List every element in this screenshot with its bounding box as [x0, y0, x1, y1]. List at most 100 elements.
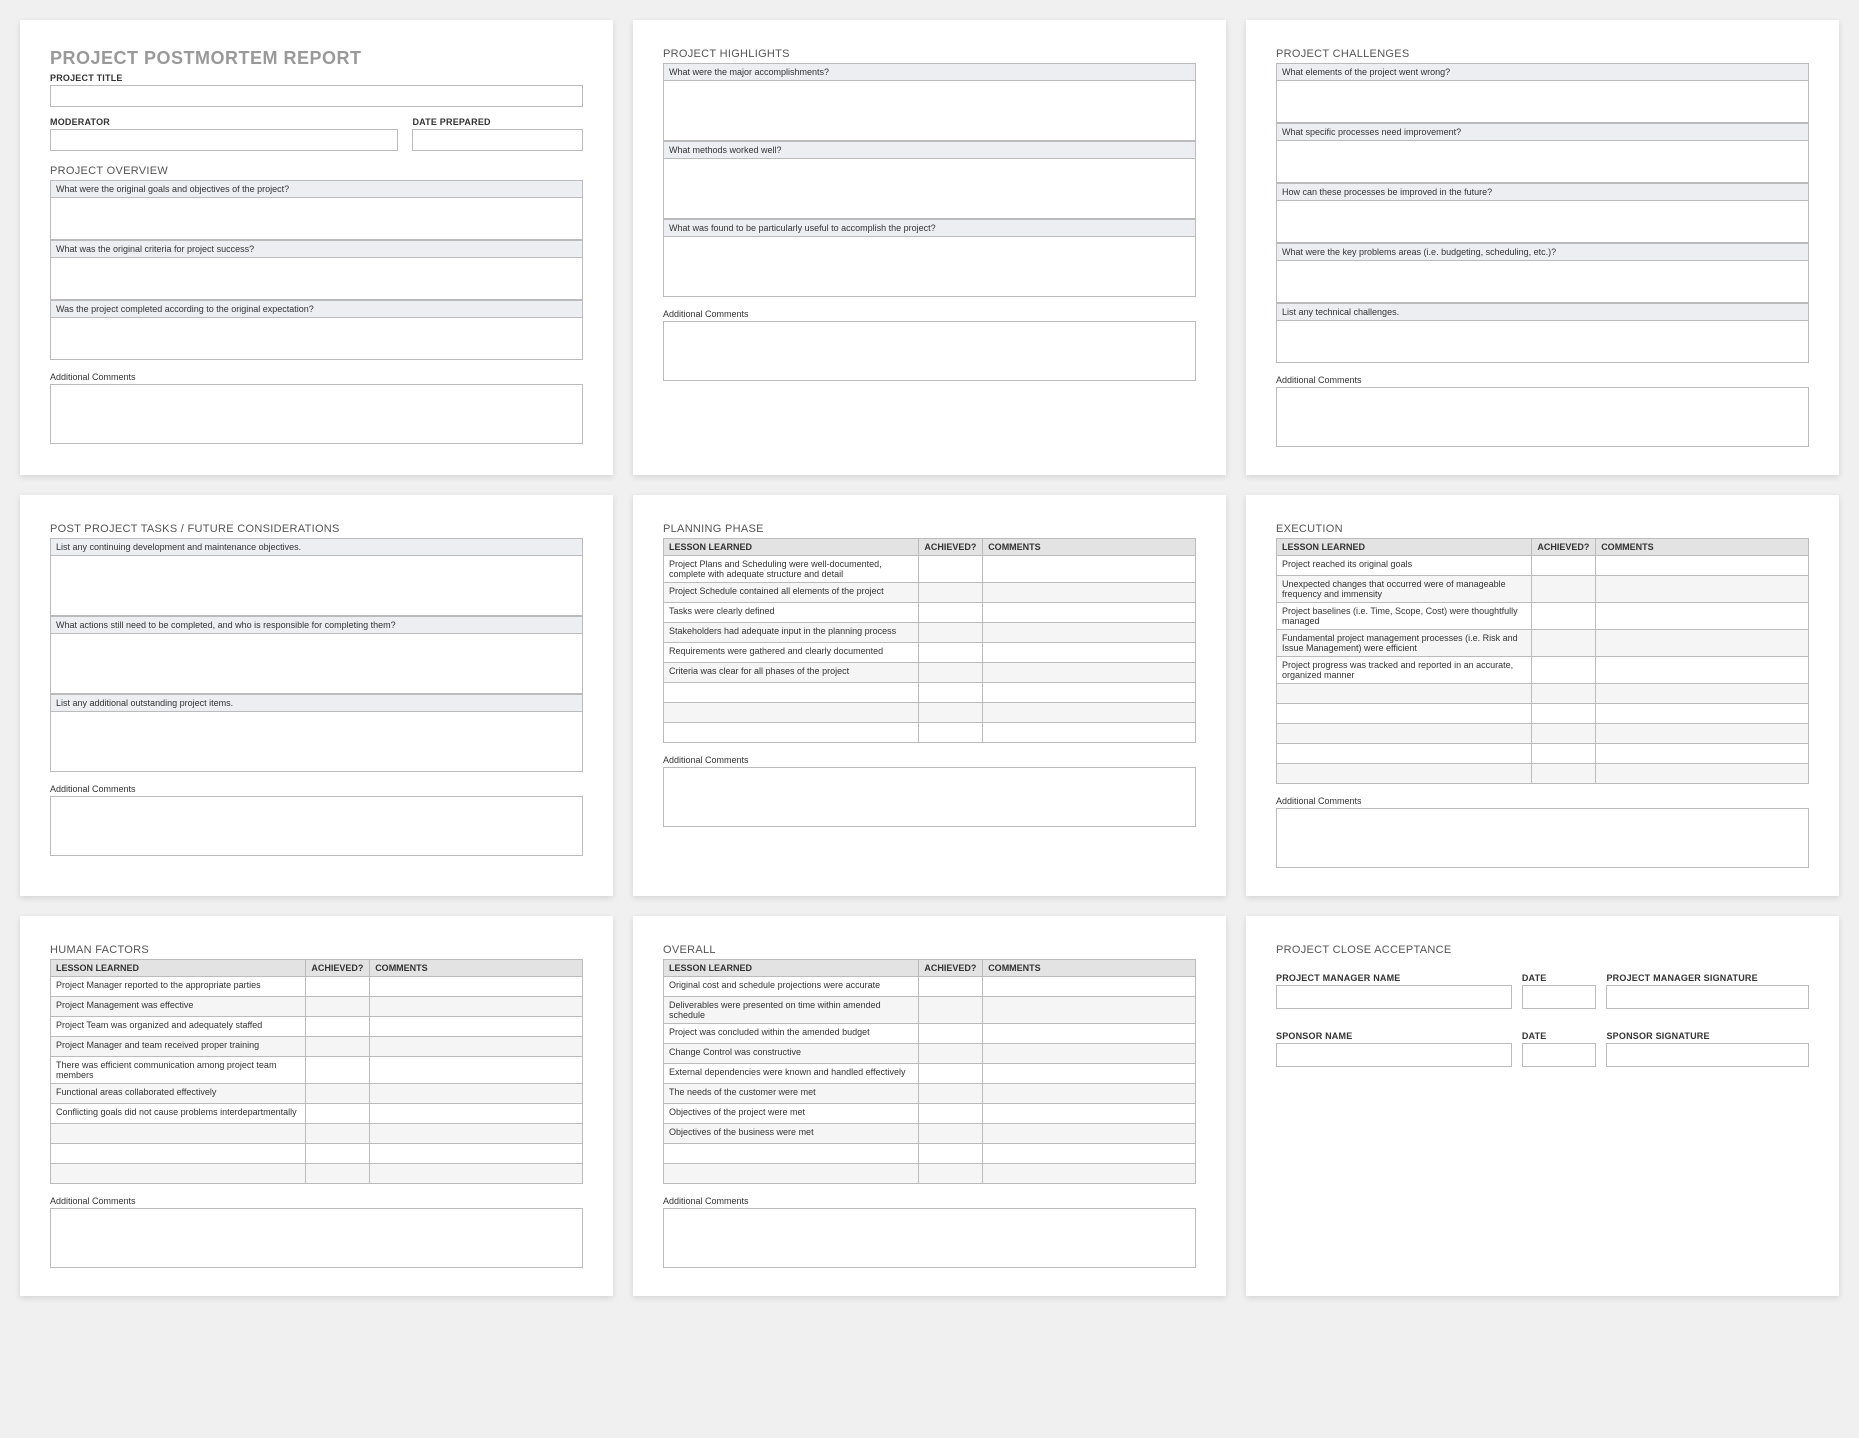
comments-cell[interactable] [983, 663, 1196, 683]
achieved-cell[interactable] [1532, 764, 1596, 784]
challenges-a2[interactable] [1276, 141, 1809, 183]
overview-a3[interactable] [50, 318, 583, 360]
comments-cell[interactable] [370, 997, 583, 1017]
comments-cell[interactable] [1596, 556, 1809, 576]
planning-comments-box[interactable] [663, 767, 1196, 827]
achieved-cell[interactable] [306, 1037, 370, 1057]
challenges-a1[interactable] [1276, 81, 1809, 123]
comments-cell[interactable] [983, 703, 1196, 723]
achieved-cell[interactable] [919, 603, 983, 623]
comments-cell[interactable] [983, 1084, 1196, 1104]
comments-cell[interactable] [370, 1084, 583, 1104]
achieved-cell[interactable] [919, 583, 983, 603]
comments-cell[interactable] [1596, 744, 1809, 764]
achieved-cell[interactable] [1532, 630, 1596, 657]
overview-a2[interactable] [50, 258, 583, 300]
achieved-cell[interactable] [919, 683, 983, 703]
comments-cell[interactable] [983, 1144, 1196, 1164]
comments-cell[interactable] [983, 556, 1196, 583]
highlights-a2[interactable] [663, 159, 1196, 219]
highlights-a3[interactable] [663, 237, 1196, 297]
challenges-a3[interactable] [1276, 201, 1809, 243]
achieved-cell[interactable] [919, 623, 983, 643]
highlights-comments-box[interactable] [663, 321, 1196, 381]
achieved-cell[interactable] [919, 1104, 983, 1124]
comments-cell[interactable] [1596, 704, 1809, 724]
achieved-cell[interactable] [919, 977, 983, 997]
comments-cell[interactable] [983, 977, 1196, 997]
postproject-a2[interactable] [50, 634, 583, 694]
comments-cell[interactable] [983, 643, 1196, 663]
execution-comments-box[interactable] [1276, 808, 1809, 868]
comments-cell[interactable] [370, 1037, 583, 1057]
project-title-input[interactable] [50, 85, 583, 107]
achieved-cell[interactable] [306, 1144, 370, 1164]
pm-name-input[interactable] [1276, 985, 1512, 1009]
comments-cell[interactable] [983, 1164, 1196, 1184]
date-prepared-input[interactable] [412, 129, 583, 151]
comments-cell[interactable] [1596, 576, 1809, 603]
achieved-cell[interactable] [1532, 576, 1596, 603]
comments-cell[interactable] [983, 683, 1196, 703]
comments-cell[interactable] [1596, 724, 1809, 744]
postproject-a1[interactable] [50, 556, 583, 616]
comments-cell[interactable] [370, 1124, 583, 1144]
achieved-cell[interactable] [919, 703, 983, 723]
achieved-cell[interactable] [306, 1017, 370, 1037]
comments-cell[interactable] [983, 603, 1196, 623]
achieved-cell[interactable] [1532, 657, 1596, 684]
comments-cell[interactable] [370, 1144, 583, 1164]
pm-sig-input[interactable] [1606, 985, 1809, 1009]
comments-cell[interactable] [1596, 684, 1809, 704]
achieved-cell[interactable] [919, 1044, 983, 1064]
comments-cell[interactable] [370, 1104, 583, 1124]
achieved-cell[interactable] [919, 1064, 983, 1084]
achieved-cell[interactable] [1532, 744, 1596, 764]
achieved-cell[interactable] [1532, 603, 1596, 630]
achieved-cell[interactable] [306, 1104, 370, 1124]
achieved-cell[interactable] [306, 1057, 370, 1084]
achieved-cell[interactable] [919, 663, 983, 683]
achieved-cell[interactable] [919, 1024, 983, 1044]
achieved-cell[interactable] [306, 1164, 370, 1184]
comments-cell[interactable] [370, 1017, 583, 1037]
overview-comments-box[interactable] [50, 384, 583, 444]
achieved-cell[interactable] [919, 1124, 983, 1144]
comments-cell[interactable] [983, 1104, 1196, 1124]
achieved-cell[interactable] [919, 643, 983, 663]
achieved-cell[interactable] [306, 997, 370, 1017]
postproject-comments-box[interactable] [50, 796, 583, 856]
comments-cell[interactable] [370, 977, 583, 997]
comments-cell[interactable] [983, 1064, 1196, 1084]
achieved-cell[interactable] [306, 1124, 370, 1144]
comments-cell[interactable] [983, 1024, 1196, 1044]
overall-comments-box[interactable] [663, 1208, 1196, 1268]
comments-cell[interactable] [983, 583, 1196, 603]
comments-cell[interactable] [370, 1057, 583, 1084]
comments-cell[interactable] [1596, 630, 1809, 657]
comments-cell[interactable] [1596, 764, 1809, 784]
challenges-comments-box[interactable] [1276, 387, 1809, 447]
highlights-a1[interactable] [663, 81, 1196, 141]
sp-name-input[interactable] [1276, 1043, 1512, 1067]
comments-cell[interactable] [983, 723, 1196, 743]
comments-cell[interactable] [983, 623, 1196, 643]
achieved-cell[interactable] [919, 1164, 983, 1184]
challenges-a4[interactable] [1276, 261, 1809, 303]
achieved-cell[interactable] [306, 1084, 370, 1104]
comments-cell[interactable] [983, 997, 1196, 1024]
achieved-cell[interactable] [919, 1144, 983, 1164]
achieved-cell[interactable] [1532, 724, 1596, 744]
achieved-cell[interactable] [1532, 684, 1596, 704]
achieved-cell[interactable] [919, 556, 983, 583]
pm-date-input[interactable] [1522, 985, 1597, 1009]
comments-cell[interactable] [370, 1164, 583, 1184]
human-comments-box[interactable] [50, 1208, 583, 1268]
achieved-cell[interactable] [919, 1084, 983, 1104]
comments-cell[interactable] [1596, 657, 1809, 684]
achieved-cell[interactable] [306, 977, 370, 997]
sp-sig-input[interactable] [1606, 1043, 1809, 1067]
achieved-cell[interactable] [1532, 556, 1596, 576]
moderator-input[interactable] [50, 129, 398, 151]
challenges-a5[interactable] [1276, 321, 1809, 363]
